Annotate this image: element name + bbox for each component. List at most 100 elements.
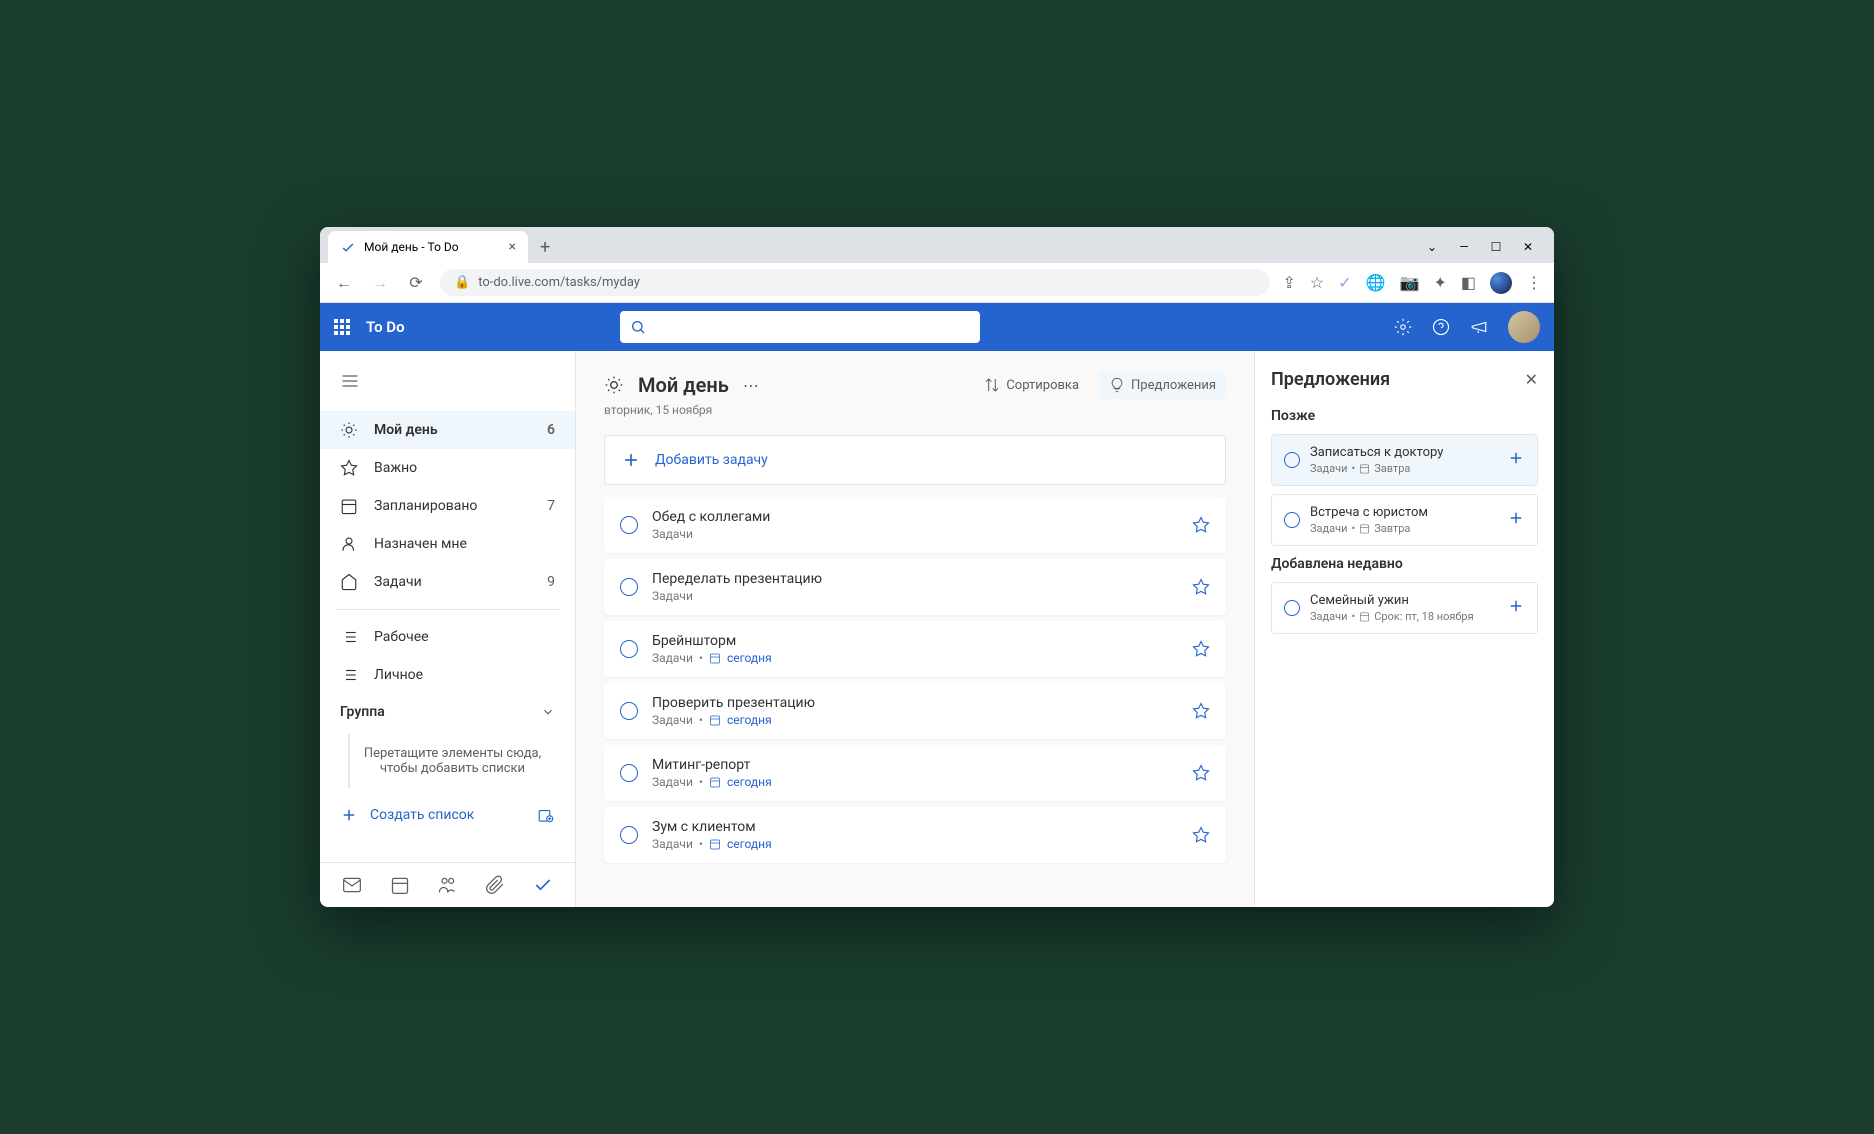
list-icon	[340, 666, 358, 684]
task-meta: Задачи•сегодня	[652, 651, 1178, 665]
nav-planned[interactable]: Запланировано 7	[320, 487, 575, 525]
sort-button[interactable]: Сортировка	[974, 371, 1089, 399]
task-list-name: Задачи	[652, 651, 693, 665]
task-checkbox[interactable]	[1284, 600, 1300, 616]
calendar-icon	[709, 714, 721, 726]
task-due: сегодня	[727, 713, 772, 727]
task-checkbox[interactable]	[620, 764, 638, 782]
group-drop-zone[interactable]: Перетащите элементы сюда, чтобы добавить…	[348, 734, 555, 788]
calendar-app-icon[interactable]	[390, 875, 410, 895]
todo-app-icon[interactable]	[533, 875, 553, 895]
add-to-day-button[interactable]	[1507, 449, 1525, 471]
menu-dots-icon[interactable]: ⋮	[1526, 273, 1542, 292]
forward-icon[interactable]: →	[368, 273, 392, 293]
create-group-icon[interactable]	[537, 806, 555, 824]
lightbulb-icon	[1109, 377, 1125, 393]
share-icon[interactable]: ⇪	[1282, 273, 1295, 292]
browser-tab[interactable]: Мой день - To Do ×	[328, 231, 528, 263]
back-icon[interactable]: ←	[332, 273, 356, 293]
window-controls: ⌄ — ☐ ✕	[1422, 240, 1546, 254]
nav-count: 6	[547, 422, 555, 438]
star-icon[interactable]	[1192, 516, 1210, 534]
task-due: сегодня	[727, 651, 772, 665]
custom-list-work[interactable]: Рабочее	[320, 618, 575, 656]
calendar-icon	[709, 776, 721, 788]
add-to-day-button[interactable]	[1507, 597, 1525, 619]
more-dots-icon[interactable]: ⋯	[743, 376, 759, 395]
browser-toolbar-icons: ⇪ ☆ ✓ 🌐 📷 ✦ ◧ ⋮	[1282, 272, 1542, 294]
add-task-input[interactable]: Добавить задачу	[604, 435, 1226, 485]
translate-icon[interactable]: 🌐	[1366, 273, 1386, 292]
nav-assigned[interactable]: Назначен мне	[320, 525, 575, 563]
camera-icon[interactable]: 📷	[1400, 273, 1420, 292]
star-icon[interactable]	[1192, 640, 1210, 658]
task-title: Обед с коллегами	[652, 509, 1178, 525]
suggestions-button[interactable]: Предложения	[1099, 371, 1226, 399]
star-icon[interactable]	[1192, 826, 1210, 844]
new-tab-button[interactable]: +	[532, 237, 558, 258]
star-icon[interactable]	[1192, 764, 1210, 782]
browser-profile-icon[interactable]	[1490, 272, 1512, 294]
task-item[interactable]: Переделать презентацию Задачи	[604, 559, 1226, 615]
suggestion-content: Встреча с юристом Задачи•Завтра	[1310, 505, 1497, 535]
chevron-down-icon[interactable]: ⌄	[1422, 240, 1442, 254]
task-checkbox[interactable]	[620, 640, 638, 658]
gear-icon[interactable]	[1394, 318, 1412, 336]
task-list-name: Задачи	[652, 527, 693, 541]
task-checkbox[interactable]	[620, 578, 638, 596]
tab-close-icon[interactable]: ×	[509, 239, 516, 255]
task-item[interactable]: Проверить презентацию Задачи•сегодня	[604, 683, 1226, 739]
panel-icon[interactable]: ◧	[1461, 273, 1476, 292]
suggestion-item[interactable]: Записаться к доктору Задачи•Завтра	[1271, 434, 1538, 486]
task-checkbox[interactable]	[620, 826, 638, 844]
create-list-label: Создать список	[370, 807, 474, 823]
task-item[interactable]: Обед с коллегами Задачи	[604, 497, 1226, 553]
people-icon[interactable]	[437, 875, 457, 895]
star-icon[interactable]	[1192, 702, 1210, 720]
suggestions-section-later: Позже	[1271, 408, 1538, 424]
close-icon[interactable]: ✕	[1525, 370, 1538, 389]
nav-my-day[interactable]: Мой день 6	[320, 411, 575, 449]
sort-icon	[984, 377, 1000, 393]
group-label: Группа	[340, 704, 385, 720]
create-list-button[interactable]: Создать список	[320, 796, 575, 834]
browser-window: Мой день - To Do × + ⌄ — ☐ ✕ ← → ⟳ 🔒 to-…	[320, 227, 1554, 907]
help-icon[interactable]	[1432, 318, 1450, 336]
suggestion-item[interactable]: Семейный ужин Задачи•Срок: пт, 18 ноября	[1271, 582, 1538, 634]
minimize-icon[interactable]: —	[1454, 240, 1474, 254]
task-item[interactable]: Зум с клиентом Задачи•сегодня	[604, 807, 1226, 863]
task-checkbox[interactable]	[1284, 452, 1300, 468]
megaphone-icon[interactable]	[1470, 318, 1488, 336]
hamburger-icon[interactable]	[320, 363, 575, 403]
suggestion-item[interactable]: Встреча с юристом Задачи•Завтра	[1271, 494, 1538, 546]
mail-icon[interactable]	[342, 875, 362, 895]
attachment-icon[interactable]	[485, 875, 505, 895]
user-avatar[interactable]	[1508, 311, 1540, 343]
nav-label: Назначен мне	[374, 536, 467, 552]
task-checkbox[interactable]	[1284, 512, 1300, 528]
add-to-day-button[interactable]	[1507, 509, 1525, 531]
url-bar[interactable]: 🔒 to-do.live.com/tasks/myday	[440, 269, 1270, 296]
suggestions-section-recent: Добавлена недавно	[1271, 556, 1538, 572]
task-checkbox[interactable]	[620, 702, 638, 720]
app-launcher-icon[interactable]	[334, 319, 350, 335]
nav-important[interactable]: Важно	[320, 449, 575, 487]
reload-icon[interactable]: ⟳	[404, 273, 428, 292]
close-window-icon[interactable]: ✕	[1518, 240, 1538, 254]
task-checkbox[interactable]	[620, 516, 638, 534]
task-title: Проверить презентацию	[652, 695, 1178, 711]
maximize-icon[interactable]: ☐	[1486, 240, 1506, 254]
search-input[interactable]	[620, 311, 980, 343]
nav-tasks[interactable]: Задачи 9	[320, 563, 575, 601]
task-item[interactable]: Брейншторм Задачи•сегодня	[604, 621, 1226, 677]
extension-icon[interactable]: ✓	[1338, 273, 1351, 292]
main-content: Мой день ⋯ Сортировка Предложения вторни…	[576, 351, 1254, 907]
task-item[interactable]: Митинг-репорт Задачи•сегодня	[604, 745, 1226, 801]
custom-list-personal[interactable]: Личное	[320, 656, 575, 694]
puzzle-icon[interactable]: ✦	[1433, 273, 1446, 292]
task-title: Брейншторм	[652, 633, 1178, 649]
star-icon[interactable]	[1192, 578, 1210, 596]
suggestions-label: Предложения	[1131, 378, 1216, 393]
bookmark-star-icon[interactable]: ☆	[1310, 273, 1324, 292]
group-header[interactable]: Группа	[320, 694, 575, 730]
